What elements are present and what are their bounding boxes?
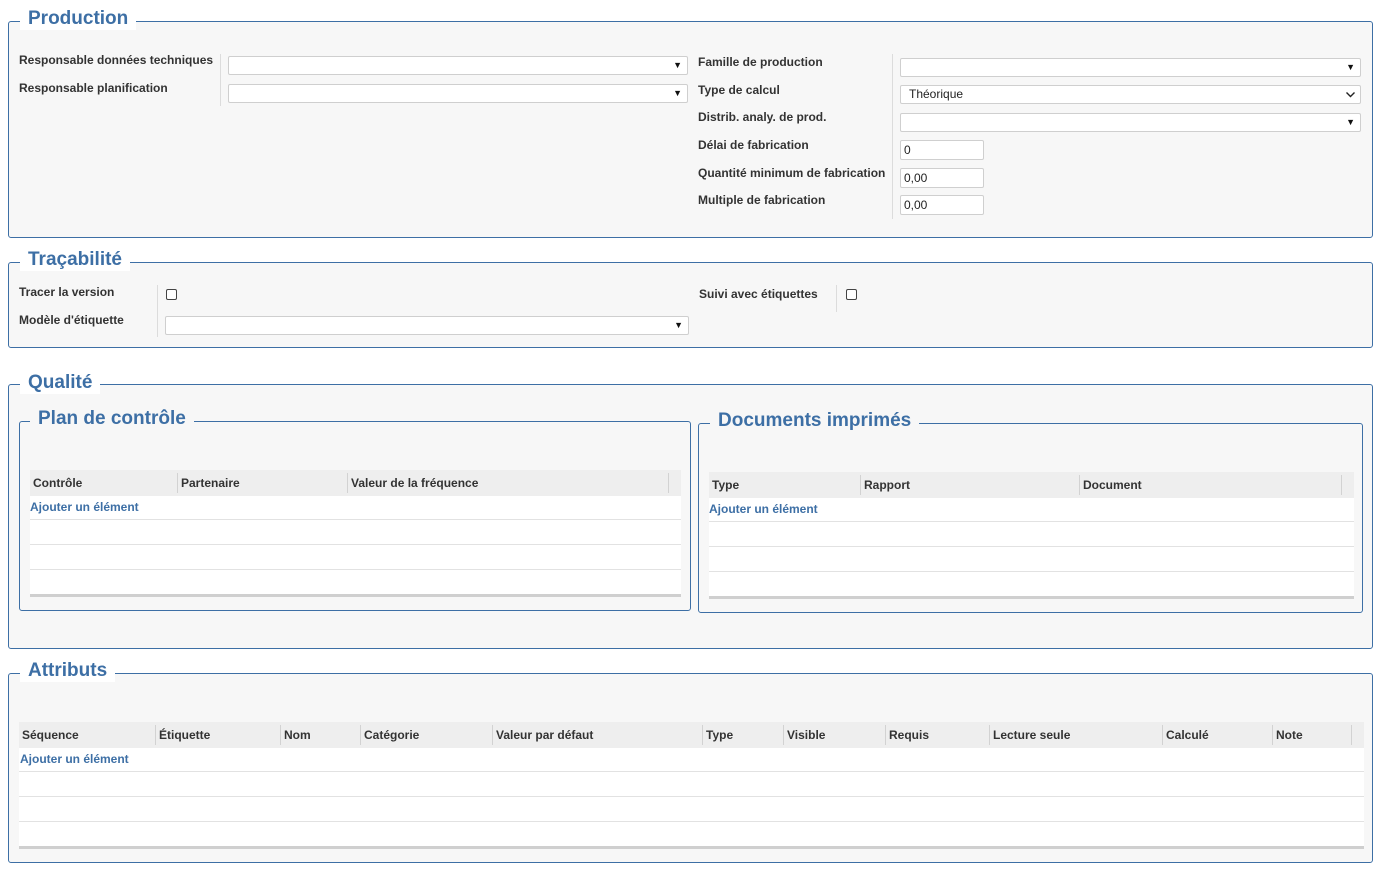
- col-calcule[interactable]: Calculé: [1163, 722, 1272, 748]
- col-type[interactable]: Type: [703, 722, 783, 748]
- col-separator: [668, 473, 669, 493]
- triangle-down-icon: ▼: [1346, 117, 1355, 127]
- type-calcul-value: Théorique: [909, 87, 964, 101]
- distrib-select[interactable]: ▼: [900, 113, 1361, 132]
- tracabilite-right-separator: [836, 285, 837, 312]
- multiple-label: Multiple de fabrication: [698, 193, 826, 207]
- plan-controle-header: Contrôle Partenaire Valeur de la fréquen…: [30, 470, 681, 496]
- col-visible[interactable]: Visible: [784, 722, 885, 748]
- table-row: [19, 748, 1364, 772]
- triangle-down-icon: ▼: [1346, 62, 1355, 72]
- col-separator: [1341, 475, 1342, 495]
- triangle-down-icon: ▼: [673, 60, 682, 70]
- attributs-legend: Attributs: [20, 660, 116, 682]
- attributs-header: Séquence Étiquette Nom Catégorie Valeur …: [19, 722, 1364, 748]
- table-row: [30, 570, 681, 594]
- resp-donnees-select[interactable]: ▼: [228, 56, 688, 75]
- resp-planif-select[interactable]: ▼: [228, 84, 688, 103]
- production-left-separator: [220, 54, 221, 106]
- famille-label: Famille de production: [698, 55, 823, 69]
- col-requis[interactable]: Requis: [886, 722, 989, 748]
- production-right-separator: [892, 54, 893, 219]
- table-row: [19, 797, 1364, 822]
- famille-select[interactable]: ▼: [900, 58, 1361, 77]
- suivi-label: Suivi avec étiquettes: [699, 287, 818, 301]
- triangle-down-icon: ▼: [674, 320, 683, 330]
- table-row: [709, 572, 1354, 596]
- attributs-add-link[interactable]: Ajouter un élément: [20, 752, 129, 766]
- tracabilite-legend: Traçabilité: [20, 249, 130, 271]
- col-partenaire[interactable]: Partenaire: [178, 470, 347, 496]
- table-row: [19, 822, 1364, 846]
- table-row: [709, 522, 1354, 547]
- col-rapport[interactable]: Rapport: [861, 472, 1079, 498]
- col-note[interactable]: Note: [1273, 722, 1351, 748]
- delai-label: Délai de fabrication: [698, 138, 809, 152]
- attributs-footer: [19, 846, 1364, 849]
- tracabilite-left-separator: [157, 285, 158, 337]
- documents-footer: [709, 596, 1354, 599]
- col-type[interactable]: Type: [709, 472, 860, 498]
- delai-input[interactable]: 0: [900, 140, 984, 160]
- production-legend: Production: [20, 8, 137, 30]
- qte-min-input[interactable]: 0,00: [900, 168, 984, 188]
- plan-controle-footer: [30, 594, 681, 597]
- chevron-down-icon: [1346, 92, 1355, 98]
- table-row: [30, 520, 681, 545]
- resp-planif-label: Responsable planification: [19, 81, 168, 95]
- qte-min-label: Quantité minimum de fabrication: [698, 166, 886, 180]
- documents-legend: Documents imprimés: [710, 410, 920, 432]
- table-row: [709, 547, 1354, 572]
- tracer-label: Tracer la version: [19, 285, 115, 299]
- col-controle[interactable]: Contrôle: [30, 470, 177, 496]
- resp-donnees-label: Responsable données techniques: [19, 53, 214, 67]
- col-document[interactable]: Document: [1080, 472, 1341, 498]
- triangle-down-icon: ▼: [673, 88, 682, 98]
- qualite-legend: Qualité: [20, 372, 101, 394]
- tracabilite-fieldset: [8, 262, 1373, 348]
- documents-add-link[interactable]: Ajouter un élément: [709, 502, 818, 516]
- table-row: [19, 772, 1364, 797]
- col-valeur-defaut[interactable]: Valeur par défaut: [493, 722, 702, 748]
- modele-label: Modèle d'étiquette: [19, 313, 124, 327]
- plan-controle-add-link[interactable]: Ajouter un élément: [30, 500, 139, 514]
- modele-select[interactable]: ▼: [165, 316, 689, 335]
- col-etiquette[interactable]: Étiquette: [156, 722, 280, 748]
- distrib-label: Distrib. analy. de prod.: [698, 110, 827, 124]
- plan-controle-legend: Plan de contrôle: [30, 408, 194, 430]
- multiple-input[interactable]: 0,00: [900, 195, 984, 215]
- type-calcul-select[interactable]: Théorique: [900, 85, 1361, 104]
- type-calcul-label: Type de calcul: [698, 83, 780, 97]
- tracer-checkbox[interactable]: [166, 289, 177, 300]
- table-row: [30, 545, 681, 570]
- documents-header: Type Rapport Document: [709, 472, 1354, 498]
- col-separator: [1351, 725, 1352, 745]
- suivi-checkbox[interactable]: [846, 289, 857, 300]
- col-categorie[interactable]: Catégorie: [361, 722, 492, 748]
- col-lecture-seule[interactable]: Lecture seule: [990, 722, 1162, 748]
- col-nom[interactable]: Nom: [281, 722, 360, 748]
- col-valeur-frequence[interactable]: Valeur de la fréquence: [348, 470, 668, 496]
- col-sequence[interactable]: Séquence: [19, 722, 155, 748]
